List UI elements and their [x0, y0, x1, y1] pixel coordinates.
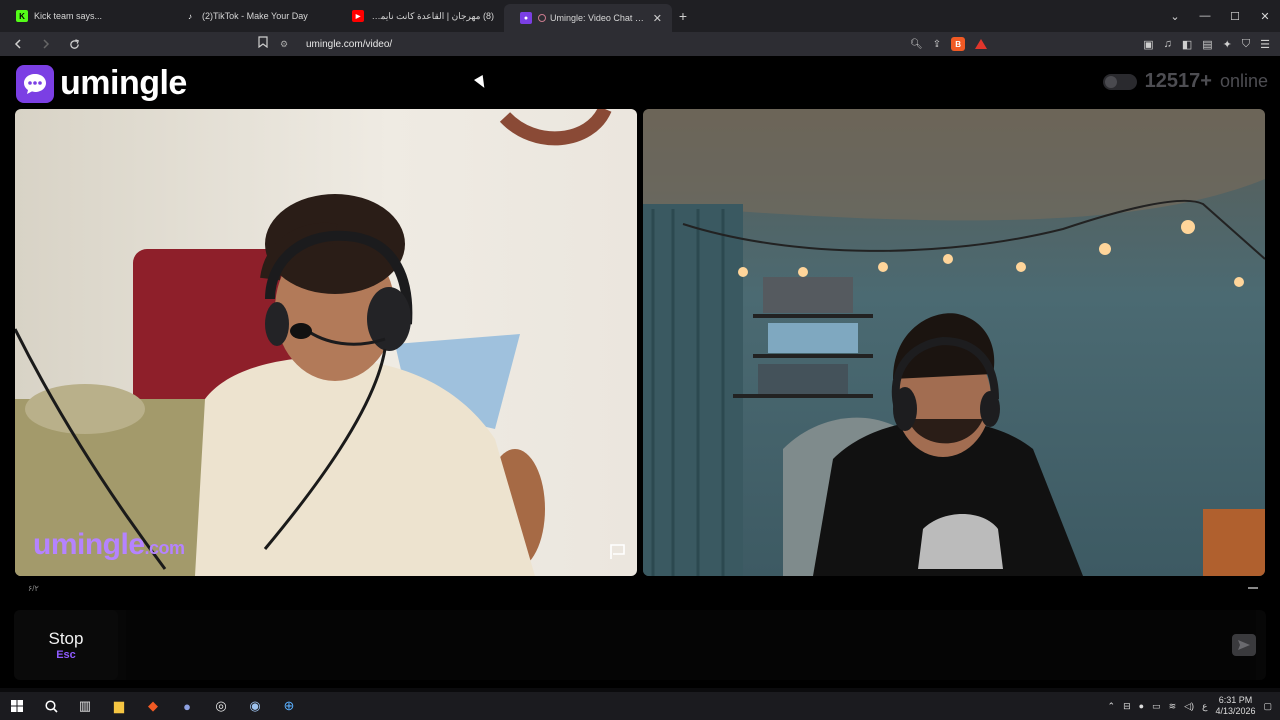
online-count: 12517+	[1144, 70, 1212, 92]
video-watermark: umingle.com	[33, 528, 185, 562]
clock-date: 4/13/2026	[1215, 706, 1256, 716]
maximize-button[interactable]: ☐	[1220, 10, 1250, 23]
volume-icon[interactable]: ◁)	[1184, 701, 1194, 712]
minus-icon[interactable]	[1248, 587, 1258, 589]
tab-strip: K Kick team says... ♪ (2)TikTok - Make Y…	[0, 0, 1280, 32]
site-settings-icon[interactable]: ⚙	[280, 39, 294, 50]
reload-icon[interactable]	[64, 34, 84, 54]
watermark-brand: umingle	[33, 528, 145, 561]
wifi-icon[interactable]: ≋	[1169, 701, 1177, 712]
theme-toggle[interactable]	[1102, 73, 1137, 90]
stranger-video-frame	[15, 109, 637, 576]
battery-icon[interactable]: ▭	[1152, 701, 1161, 712]
kick-icon: K	[16, 10, 28, 22]
omnibox-actions: 🔍︎ ⇪ B	[910, 32, 988, 56]
tab-list-icon[interactable]: ⌄	[1160, 10, 1190, 23]
brave-browser-icon[interactable]: ◆	[136, 692, 170, 720]
stop-label: Stop	[48, 629, 84, 648]
umingle-icon: ●	[520, 12, 532, 24]
tab-youtube[interactable]: ▶ (8) مهرجان | القاعدة كانت نايمة (الباب…	[336, 0, 504, 32]
stranger-video: umingle.com	[15, 109, 637, 576]
tray-chevron-icon[interactable]: ⌃	[1108, 701, 1116, 712]
tab-title: Kick team says...	[34, 11, 103, 21]
search-icon[interactable]	[34, 692, 68, 720]
browser-extensions: ▣ ♫ ◧ ▤ ✦ ⛉ ☰	[1143, 32, 1270, 56]
windows-taskbar: ▥ ▆ ◆ ● ◎ ◉ ⊕ ⌃ ⊟ ● ▭ ≋ ◁) ع 6:31 PM 4/1…	[0, 692, 1280, 720]
wallet2-icon[interactable]: ▤	[1202, 38, 1212, 51]
clock-time: 6:31 PM	[1218, 695, 1253, 705]
self-video-frame	[643, 109, 1265, 576]
online-indicator: 12517+ online	[1102, 70, 1268, 93]
browser-toolbar: ⚙ umingle.com/video/ 🔍︎ ⇪ B ▣ ♫ ◧ ▤ ✦ ⛉ …	[0, 32, 1280, 56]
new-tab-button[interactable]: +	[672, 5, 694, 27]
page: umingle 12517+ online umingle.com ۶/۲ St…	[0, 56, 1280, 688]
steam-icon[interactable]: ◉	[238, 692, 272, 720]
tiktok-icon: ♪	[188, 11, 192, 21]
menu-icon[interactable]: ☰	[1260, 38, 1270, 51]
windows-start-icon[interactable]	[0, 692, 34, 720]
tab-kick[interactable]: K Kick team says...	[0, 0, 168, 32]
site-logo[interactable]: umingle	[16, 64, 187, 103]
minimize-button[interactable]: —	[1190, 10, 1220, 22]
file-explorer-icon[interactable]: ▆	[102, 692, 136, 720]
discord-icon[interactable]: ●	[170, 692, 204, 720]
stop-button[interactable]: Stop Esc	[14, 610, 118, 680]
leo-ai-icon[interactable]: ✦	[1223, 38, 1232, 51]
chat-bar: Stop Esc	[14, 610, 1266, 680]
tab-umingle[interactable]: ● Umingle: Video Chat with Str ✕	[504, 4, 672, 32]
tab-tiktok[interactable]: ♪ (2)TikTok - Make Your Day	[168, 0, 336, 32]
share-icon[interactable]: ⇪	[933, 39, 941, 50]
brand-name: umingle	[60, 64, 187, 102]
microphone-icon[interactable]: ●	[1139, 701, 1144, 711]
media-icon[interactable]: ♫	[1164, 38, 1172, 50]
chat-input[interactable]	[126, 610, 1256, 680]
close-window-button[interactable]: ✕	[1250, 10, 1280, 23]
small-status-text: ۶/۲	[28, 584, 39, 593]
tab-title: (2)TikTok - Make Your Day	[202, 11, 308, 21]
address-bar[interactable]: ⚙ umingle.com/video/	[280, 34, 1000, 54]
back-icon[interactable]	[8, 34, 28, 54]
audio-playing-icon[interactable]	[538, 14, 546, 22]
system-tray: ⌃ ⊟ ● ▭ ≋ ◁) ع 6:31 PM 4/13/2026 ▢	[1108, 692, 1272, 720]
close-tab-icon[interactable]: ✕	[653, 12, 662, 25]
sidebar-icon[interactable]: ◧	[1182, 38, 1192, 51]
send-icon[interactable]	[1232, 634, 1256, 656]
watermark-tld: .com	[144, 538, 186, 558]
self-video	[643, 109, 1265, 576]
clock[interactable]: 6:31 PM 4/13/2026	[1215, 695, 1255, 717]
window-controls: ⌄ — ☐ ✕	[1160, 0, 1280, 32]
network-icon[interactable]: ⊟	[1123, 701, 1131, 712]
stop-shortcut: Esc	[56, 649, 76, 661]
notifications-icon[interactable]: ▢	[1263, 701, 1272, 712]
youtube-icon: ▶	[352, 10, 364, 22]
tab-title: Umingle: Video Chat with Str	[550, 13, 647, 23]
tab-title: (8) مهرجان | القاعدة كانت نايمة (الباب)	[370, 10, 494, 21]
bookmark-icon[interactable]	[258, 36, 270, 50]
online-label: online	[1219, 71, 1268, 91]
brave-rewards-icon[interactable]	[975, 39, 988, 49]
brave-shields-icon[interactable]: B	[951, 37, 966, 51]
language-indicator[interactable]: ع	[1202, 701, 1207, 712]
task-view-icon[interactable]: ▥	[68, 692, 102, 720]
forward-icon[interactable]	[36, 34, 56, 54]
wallet-icon[interactable]: ▣	[1143, 38, 1153, 51]
app-icon[interactable]: ⊕	[272, 692, 306, 720]
obs-icon[interactable]: ◎	[204, 692, 238, 720]
vpn-icon[interactable]: ⛉	[1242, 38, 1250, 51]
zoom-icon[interactable]: 🔍︎	[910, 39, 923, 50]
url-text: umingle.com/video/	[306, 38, 393, 50]
chat-bubble-icon	[16, 64, 54, 103]
report-flag-icon[interactable]	[609, 543, 627, 566]
